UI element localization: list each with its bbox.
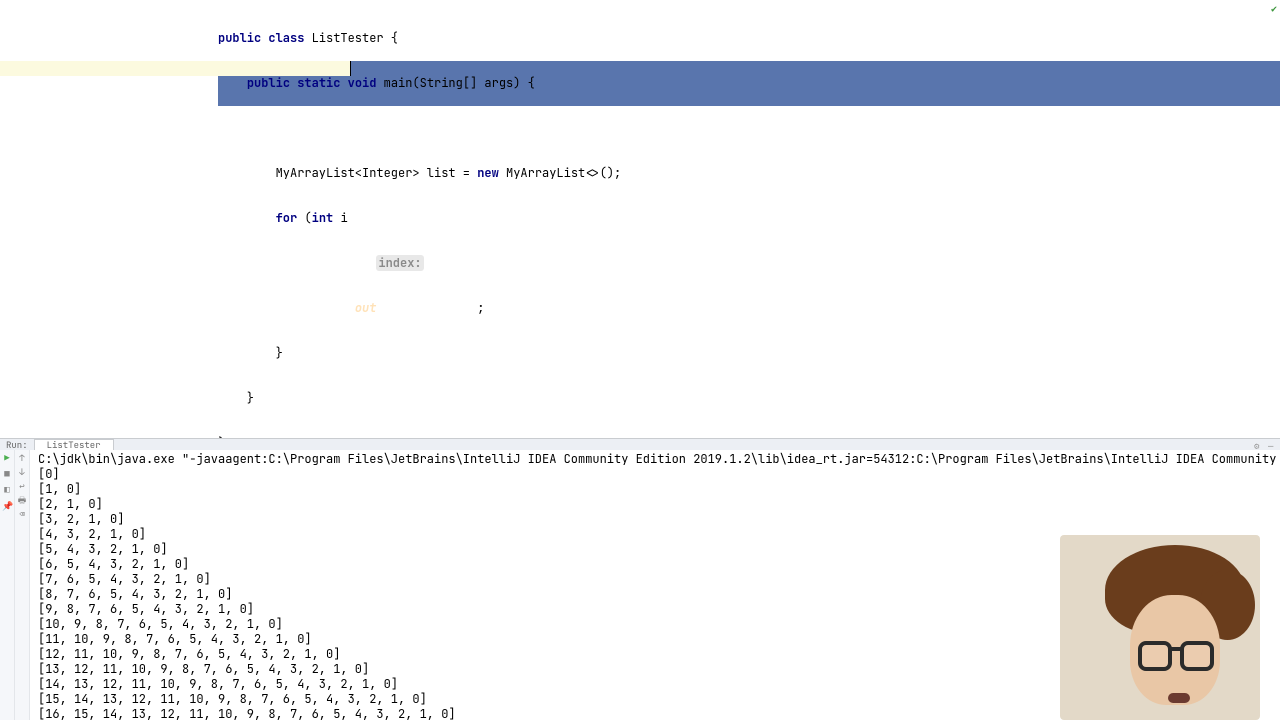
pin-icon[interactable]: 📌 — [2, 501, 12, 511]
arrow-up-icon[interactable]: ↑ — [17, 453, 27, 463]
code-token: .println(list) — [376, 300, 477, 316]
code-token: new — [477, 165, 506, 181]
glasses-icon — [1138, 641, 1172, 671]
code-token: ; i++) { — [441, 210, 499, 226]
code-token: for — [276, 210, 305, 226]
code-text[interactable]: public class ListTester { public static … — [218, 1, 621, 481]
code-token: out — [355, 300, 377, 316]
glasses-icon — [1180, 641, 1214, 671]
arrow-down-icon[interactable]: ↓ — [17, 467, 27, 477]
inspection-ok-icon[interactable]: ✔ — [1271, 2, 1277, 15]
code-token: } — [218, 345, 283, 361]
code-token: MyArrayList<>(); — [506, 165, 621, 181]
code-token: 100 — [420, 210, 442, 226]
code-token — [218, 210, 276, 226]
code-token: public class — [218, 30, 312, 46]
code-editor-pane[interactable]: public class ListTester { public static … — [0, 0, 1280, 438]
code-token: ; — [477, 300, 484, 316]
code-token: } — [218, 390, 254, 406]
code-token — [218, 75, 247, 91]
run-toolbar-left: ▶ ■ ◧ 📌 — [0, 450, 15, 720]
code-token: MyArrayList<Integer> list = — [218, 165, 477, 181]
code-token: ; i < — [376, 210, 419, 226]
run-config-tab[interactable]: ListTester — [34, 439, 114, 451]
code-token: int — [312, 210, 341, 226]
run-toolbar-left-2: ↑ ↓ ↩ 🖶 ⌫ — [15, 450, 30, 720]
rerun-icon[interactable]: ▶ — [2, 453, 12, 463]
code-token: System. — [218, 300, 355, 316]
editor-caret — [350, 61, 351, 76]
code-token: 0 — [424, 255, 431, 271]
code-token: ListTester { — [312, 30, 398, 46]
code-token: public static void — [247, 75, 384, 91]
webcam-figure — [1168, 693, 1190, 703]
print-icon[interactable]: 🖶 — [17, 495, 27, 505]
code-token: ,i); — [431, 255, 460, 271]
code-token: i — [340, 210, 354, 226]
code-token: ( — [304, 210, 311, 226]
run-toolwindow-header[interactable]: Run: ListTester ⚙ — — [0, 438, 1280, 450]
minimize-icon[interactable]: — — [1268, 440, 1278, 450]
code-token: list.add( — [218, 255, 376, 271]
wrap-icon[interactable]: ↩ — [17, 481, 27, 491]
settings-icon[interactable]: ⚙ — [1254, 440, 1264, 450]
parameter-hint: index: — [376, 255, 423, 271]
webcam-overlay — [1060, 535, 1260, 720]
code-token: main(String[] args) { — [384, 75, 535, 91]
stop-icon[interactable]: ■ — [2, 469, 12, 479]
code-token: = — [355, 210, 369, 226]
glasses-icon — [1170, 647, 1184, 651]
layout-icon[interactable]: ◧ — [2, 485, 12, 495]
run-label: Run: — [0, 439, 34, 451]
clear-icon[interactable]: ⌫ — [17, 509, 27, 519]
